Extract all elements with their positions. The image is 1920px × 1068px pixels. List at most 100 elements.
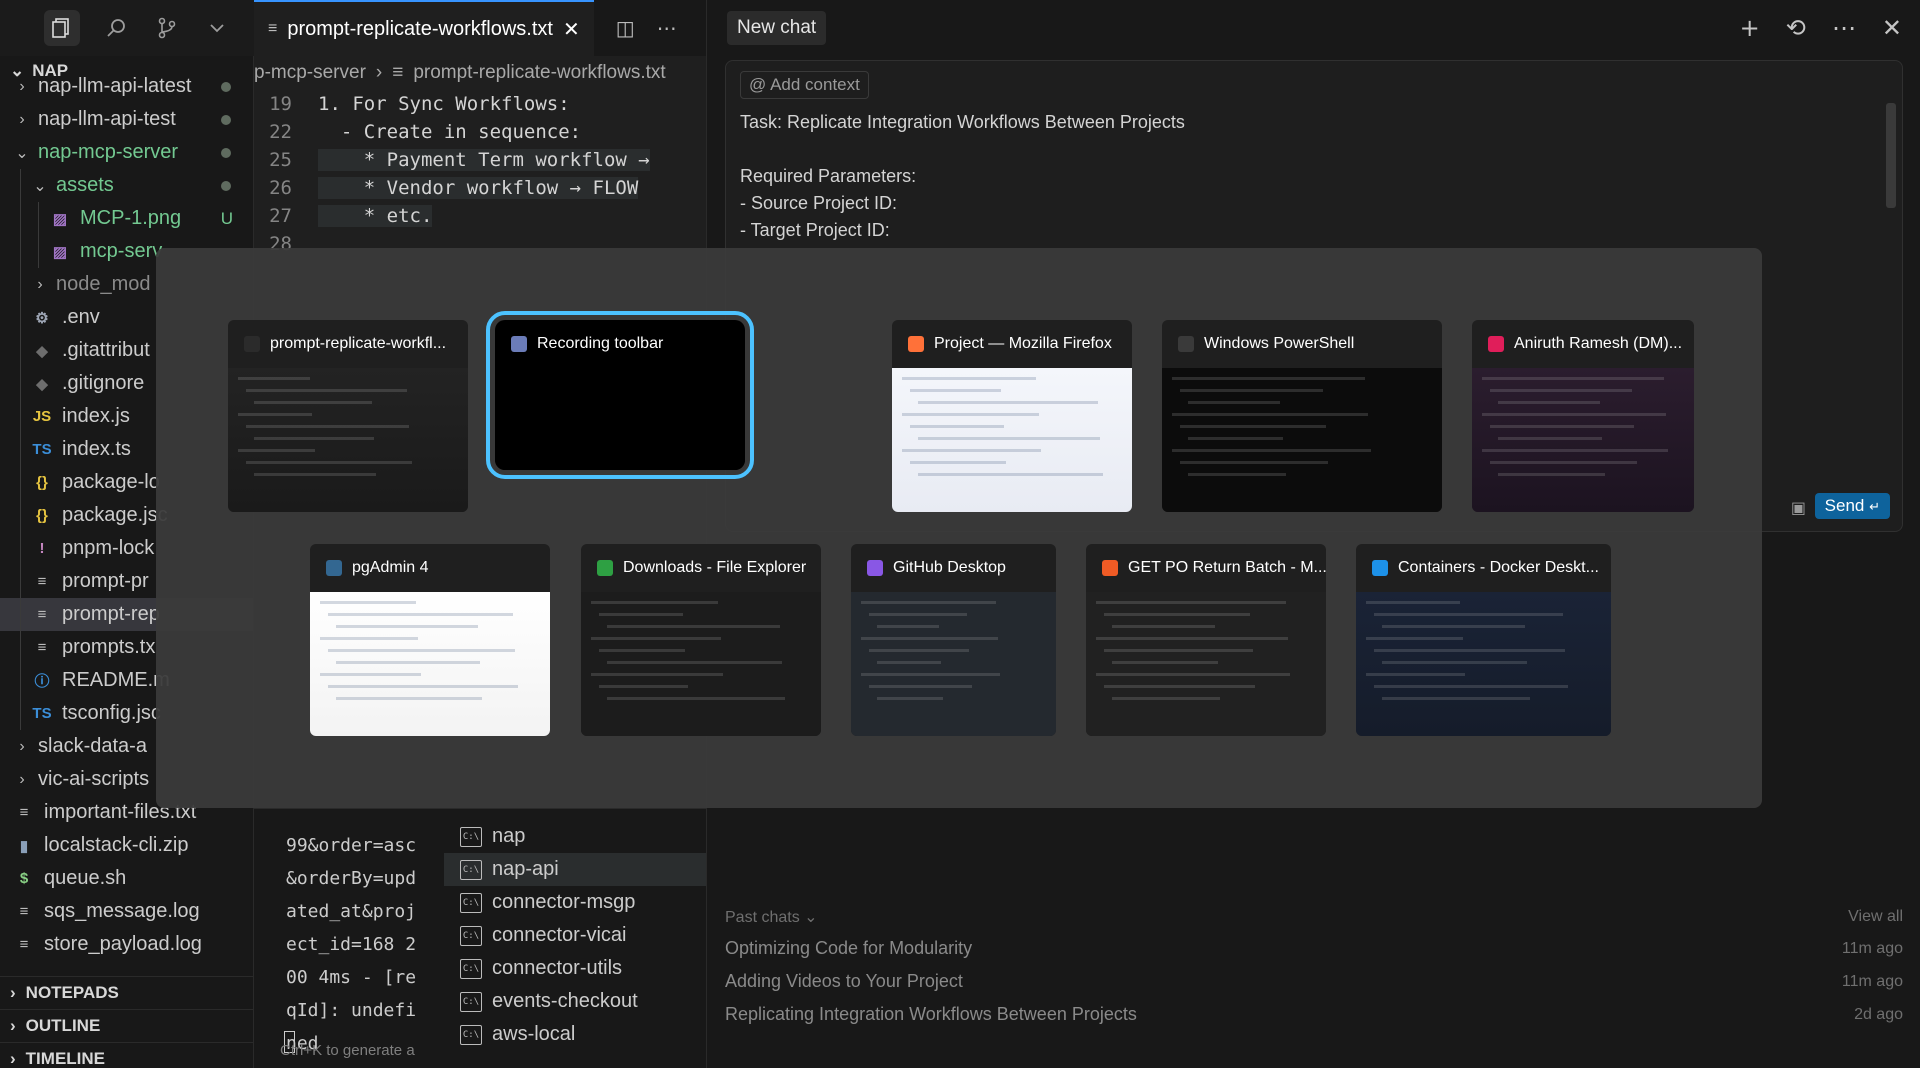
tree-item[interactable]: ≡ store_payload.log — [0, 928, 253, 961]
switcher-window-title: Recording toolbar — [495, 320, 745, 368]
window-thumbnail — [1356, 592, 1611, 736]
tree-item[interactable]: ⌄ nap-mcp-server — [0, 136, 253, 169]
task-switcher: prompt-replicate-workfl... Recording tool… — [156, 248, 1762, 808]
zip-file-icon: ▮ — [19, 837, 29, 855]
code-line[interactable]: 22 - Create in sequence: — [254, 118, 706, 146]
tree-item-label: mcp-serv — [80, 240, 163, 262]
explorer-icon[interactable] — [44, 10, 80, 46]
switcher-window[interactable]: Windows PowerShell — [1162, 320, 1442, 512]
outline-section[interactable]: › OUTLINE — [0, 1009, 254, 1042]
terminal-instance[interactable]: C:\ connector-vicai — [444, 919, 706, 952]
past-chat-item[interactable]: Optimizing Code for Modularity 11m ago — [725, 932, 1903, 965]
text-file-icon: ≡ — [268, 20, 278, 37]
terminal-instance[interactable]: C:\ connector-msgp — [444, 886, 706, 919]
switcher-window[interactable]: Recording toolbar — [486, 311, 754, 479]
chevron-right-icon: › — [375, 62, 383, 83]
line-text: * etc. — [318, 205, 433, 227]
plus-icon[interactable]: + — [1740, 14, 1760, 42]
switcher-window[interactable]: Downloads - File Explorer — [581, 544, 821, 736]
source-control-icon[interactable] — [154, 15, 180, 41]
text-file-icon: ≡ — [19, 936, 29, 953]
editor-tabbar: ≡ prompt-replicate-workflows.txt ✕ ◫ ⋯ — [254, 0, 706, 56]
close-icon[interactable]: ✕ — [1882, 14, 1902, 42]
notepads-section[interactable]: › NOTEPADS — [0, 976, 254, 1009]
switcher-window[interactable]: Aniruth Ramesh (DM)... — [1472, 320, 1694, 512]
postman-icon — [1102, 560, 1118, 576]
tree-item-label: .gitattribut — [62, 339, 150, 361]
yaml-file-icon: ! — [39, 540, 45, 557]
code-line[interactable]: 27 * etc. — [254, 202, 706, 230]
past-chats-label[interactable]: Past chats ⌄ — [725, 907, 818, 927]
chat-header: New chat — [707, 0, 1920, 56]
chevron-down-icon: ⌄ — [33, 177, 47, 195]
code-line[interactable]: 25 * Payment Term workflow → — [254, 146, 706, 174]
send-button[interactable]: Send ↵ — [1814, 493, 1890, 519]
tree-item[interactable]: › nap-llm-api-latest — [0, 70, 253, 103]
terminal-instance-label: nap-api — [492, 858, 559, 880]
switcher-window-title: Containers - Docker Deskt... — [1356, 544, 1611, 592]
close-icon[interactable]: ✕ — [563, 17, 580, 42]
past-chat-item[interactable]: Replicating Integration Workflows Betwee… — [725, 998, 1903, 1031]
more-actions-icon[interactable]: ⋯ — [657, 16, 677, 40]
terminal-instance[interactable]: C:\ aws-local — [444, 1018, 706, 1051]
tree-item[interactable]: $ queue.sh — [0, 862, 253, 895]
tree-item[interactable]: ⌄ assets — [0, 169, 253, 202]
terminal-instance[interactable]: C:\ events-checkout — [444, 985, 706, 1018]
switcher-window[interactable]: GET PO Return Batch - M... — [1086, 544, 1326, 736]
line-number: 22 — [269, 121, 292, 143]
code-view[interactable]: 19 1. For Sync Workflows: 22 - Create in s… — [254, 90, 706, 258]
chevron-down-icon[interactable] — [204, 15, 230, 41]
history-icon[interactable]: ⟲ — [1786, 14, 1806, 42]
tree-item-label: nap-mcp-server — [38, 141, 179, 163]
past-chat-title: Adding Videos to Your Project — [725, 971, 963, 991]
git-icon: ◆ — [36, 375, 48, 393]
split-editor-icon[interactable]: ◫ — [616, 16, 635, 40]
switcher-window-label: Aniruth Ramesh (DM)... — [1514, 335, 1683, 352]
tree-item[interactable]: ▮ localstack-cli.zip — [0, 829, 253, 862]
window-thumbnail — [1162, 368, 1442, 512]
more-actions-icon[interactable]: ⋯ — [1832, 14, 1856, 42]
tree-item-label: pnpm-lock — [62, 537, 155, 559]
switcher-window[interactable]: pgAdmin 4 — [310, 544, 550, 736]
tree-item[interactable]: › nap-llm-api-test — [0, 103, 253, 136]
cursor-icon — [244, 336, 260, 352]
search-icon[interactable] — [104, 15, 130, 41]
past-chat-time: 11m ago — [1841, 939, 1903, 957]
editor-tab-active[interactable]: ≡ prompt-replicate-workflows.txt ✕ — [254, 0, 594, 56]
tree-item[interactable]: ▨ MCP-1.png U — [0, 202, 253, 235]
past-chats-list: Optimizing Code for Modularity 11m ago Add… — [725, 932, 1903, 1031]
tree-item-label: slack-data-a — [38, 735, 147, 757]
switcher-window-title: Aniruth Ramesh (DM)... — [1472, 320, 1694, 368]
terminal-instance[interactable]: C:\ connector-utils — [444, 952, 706, 985]
switcher-window[interactable]: Containers - Docker Deskt... — [1356, 544, 1611, 736]
line-number: 27 — [269, 205, 292, 227]
image-icon[interactable]: ▣ — [1791, 498, 1806, 517]
indent-guide — [20, 169, 21, 202]
chat-input-text[interactable]: Task: Replicate Integration Workflows Be… — [740, 109, 1185, 244]
indent-guide — [20, 367, 21, 400]
code-line[interactable]: 26 * Vendor workflow → FLOW — [254, 174, 706, 202]
switcher-window[interactable]: GitHub Desktop — [851, 544, 1056, 736]
chat-tab[interactable]: New chat — [727, 11, 827, 45]
terminal-instance[interactable]: C:\ nap — [444, 820, 706, 853]
switcher-window-label: Recording toolbar — [537, 335, 664, 352]
terminal-instance[interactable]: C:\ nap-api — [444, 853, 706, 886]
add-context-button[interactable]: @ Add context — [740, 71, 869, 99]
terminal-icon: C:\ — [460, 826, 482, 847]
switcher-window-label: Project — Mozilla Firefox — [934, 335, 1112, 352]
switcher-window[interactable]: prompt-replicate-workfl... — [228, 320, 468, 512]
past-chat-item[interactable]: Adding Videos to Your Project 11m ago — [725, 965, 1903, 998]
switcher-window[interactable]: Project — Mozilla Firefox — [892, 320, 1132, 512]
code-line[interactable]: 19 1. For Sync Workflows: — [254, 90, 706, 118]
tree-item[interactable]: ≡ sqs_message.log — [0, 895, 253, 928]
chevron-right-icon: › — [19, 737, 25, 755]
switcher-window-label: pgAdmin 4 — [352, 559, 429, 576]
window-thumbnail — [310, 592, 550, 736]
tree-item-label: package-lo — [62, 471, 160, 493]
powershell-icon — [1178, 336, 1194, 352]
timeline-section[interactable]: › TIMELINE — [0, 1042, 254, 1068]
scrollbar[interactable] — [1886, 103, 1896, 208]
indent-guide — [20, 532, 21, 565]
view-all-link[interactable]: View all — [1848, 908, 1903, 926]
tree-item-label: .env — [62, 306, 100, 328]
